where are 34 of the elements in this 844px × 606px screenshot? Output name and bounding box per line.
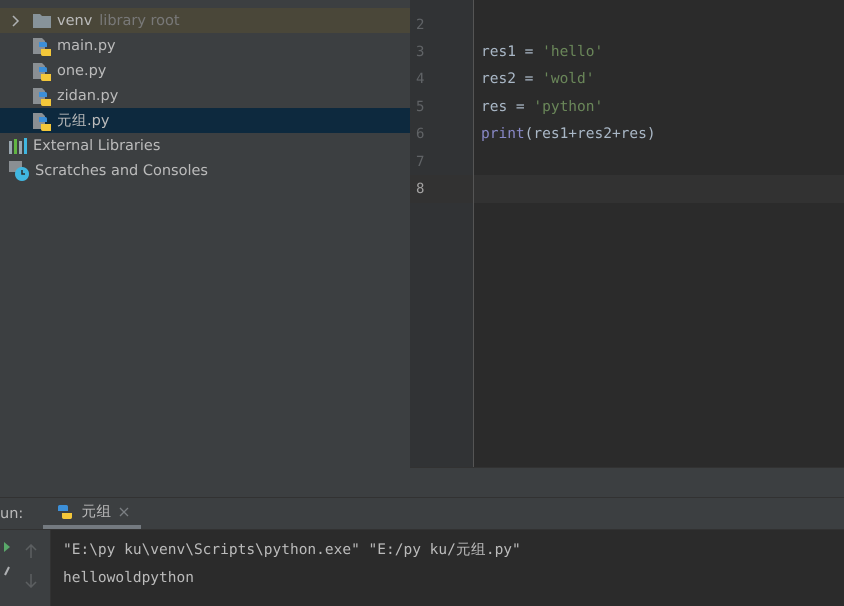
libraries-icon [9, 138, 27, 154]
close-icon[interactable] [119, 506, 130, 516]
code-line: print(res1+res2+res) [481, 126, 656, 142]
tree-label: venv [57, 12, 92, 28]
tree-item[interactable]: one.py [0, 58, 410, 83]
tree-label: one.py [57, 62, 106, 78]
console-output-line: "E:\py ku\venv\Scripts\python.exe" "E:/py ku/元组.py" [63, 541, 521, 560]
run-label: un: [0, 506, 24, 522]
chevron-icon[interactable] [10, 14, 20, 26]
tree-label: main.py [57, 38, 116, 54]
tree-label: Scratches and Consoles [35, 162, 208, 178]
scratches-clock-icon [9, 160, 29, 180]
tree-item[interactable]: Scratches and Consoles [0, 158, 410, 183]
tree-item[interactable]: venv library root [0, 8, 410, 33]
tree-item[interactable]: main.py [0, 33, 410, 58]
console-output-line: hellowoldpython [63, 569, 195, 588]
line-number: 8 [416, 181, 424, 198]
tree-hint: library root [99, 12, 180, 28]
code-line: res = 'python' [481, 98, 604, 115]
folder-icon [33, 13, 51, 28]
code-line: res1 = 'hello' [481, 44, 604, 60]
tree-label: External Libraries [33, 138, 160, 154]
python-file-icon [33, 110, 51, 130]
tree-item[interactable]: External Libraries [0, 133, 410, 158]
code-line: res2 = 'wold' [481, 71, 594, 88]
python-icon [57, 504, 74, 520]
run-arrow-icon[interactable] [4, 542, 10, 552]
tree-item[interactable]: zidan.py [0, 83, 410, 108]
python-file-icon [33, 36, 51, 56]
tree-label: zidan.py [57, 88, 118, 104]
tree-item[interactable]: 元组.py [0, 108, 410, 133]
python-file-icon [33, 86, 51, 106]
python-file-icon [33, 60, 51, 80]
tree-label: 元组.py [57, 112, 110, 130]
